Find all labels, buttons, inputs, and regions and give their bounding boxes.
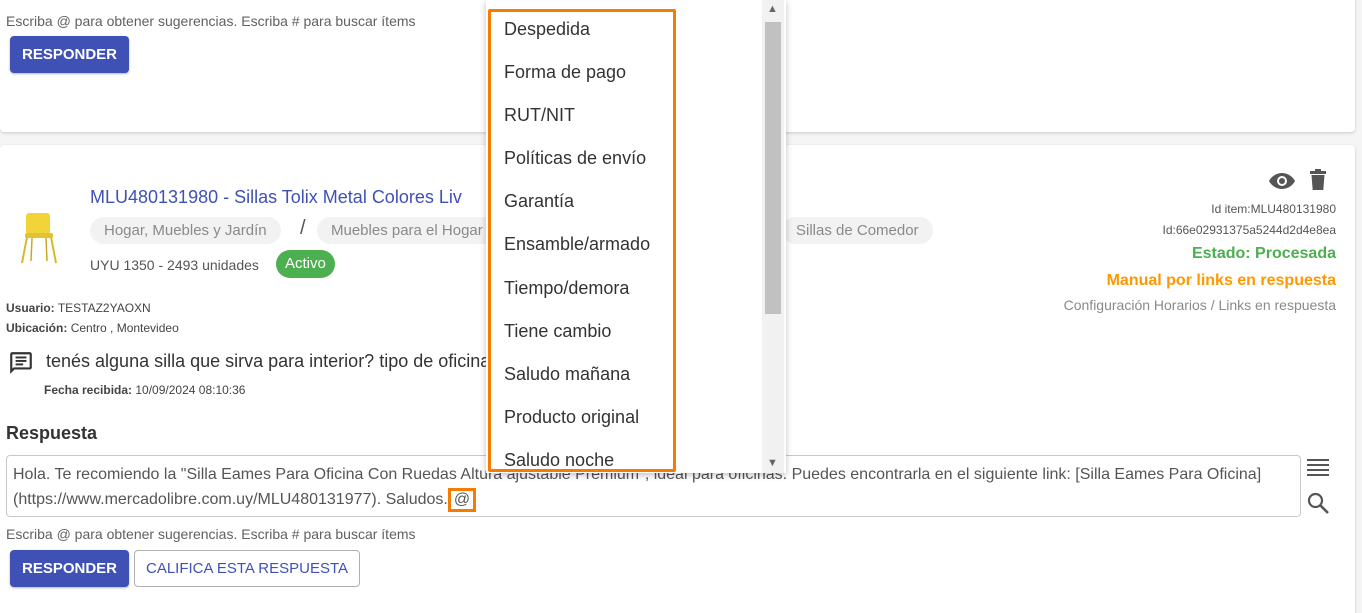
rate-answer-button[interactable]: CALIFICA ESTA RESPUESTA <box>134 550 361 587</box>
config-links[interactable]: Configuración Horarios / Links en respue… <box>1064 297 1336 313</box>
breadcrumb-chip-2[interactable]: Muebles para el Hogar <box>317 217 497 244</box>
respond-button[interactable]: RESPONDER <box>10 36 130 73</box>
suggestion-item[interactable]: Tiempo/demora <box>504 267 650 310</box>
scroll-down-arrow-icon[interactable]: ▼ <box>767 457 778 469</box>
item-id: Id item:MLU480131980 <box>1211 202 1336 216</box>
menu-lines-icon[interactable] <box>1306 457 1330 477</box>
breadcrumb-separator: / <box>300 217 306 239</box>
at-mention-trigger: @ <box>447 488 477 512</box>
answer-line-2-row: (https://www.mercadolibre.com.uy/MLU4801… <box>13 487 1300 512</box>
question-id: Id:66e02931375a5244d2d4e8ea <box>1162 223 1336 237</box>
answer-hint: Escriba @ para obtener sugerencias. Escr… <box>6 13 416 29</box>
suggestion-item[interactable]: Despedida <box>504 8 650 51</box>
suggestion-item[interactable]: Políticas de envío <box>504 137 650 180</box>
suggestion-item[interactable]: Saludo mañana <box>504 353 650 396</box>
suggestion-item[interactable]: RUT/NIT <box>504 94 650 137</box>
location-info: Ubicación: Centro , Montevideo <box>6 321 179 335</box>
dropdown-scrollbar[interactable]: ▲ ▼ <box>762 0 784 473</box>
answer-hint: Escriba @ para obtener sugerencias. Escr… <box>6 526 416 542</box>
item-title-link[interactable]: MLU480131980 - Sillas Tolix Metal Colore… <box>90 187 462 208</box>
suggestions-list: Despedida Forma de pago RUT/NIT Política… <box>504 8 650 473</box>
item-price: UYU 1350 - 2493 unidades <box>90 257 259 273</box>
eye-icon[interactable] <box>1268 171 1296 191</box>
question-text: tenés alguna silla que sirva para interi… <box>46 351 491 371</box>
status-badge: Activo <box>276 250 335 278</box>
breadcrumb-chip-1[interactable]: Hogar, Muebles y Jardín <box>90 217 281 244</box>
product-thumbnail <box>21 213 57 264</box>
suggestion-item[interactable]: Saludo noche <box>504 439 650 473</box>
answer-title: Respuesta <box>6 423 98 443</box>
suggestion-item[interactable]: Producto original <box>504 396 650 439</box>
suggestion-item[interactable]: Ensamble/armado <box>504 223 650 266</box>
answer-line-2: (https://www.mercadolibre.com.uy/MLU4801… <box>13 491 448 508</box>
received-date: Fecha recibida: 10/09/2024 08:10:36 <box>44 383 246 397</box>
search-icon[interactable] <box>1306 491 1330 515</box>
respond-button[interactable]: RESPONDER <box>10 550 130 587</box>
scrollbar-thumb[interactable] <box>765 22 781 314</box>
suggestions-dropdown: Despedida Forma de pago RUT/NIT Política… <box>486 0 786 473</box>
scroll-up-arrow-icon[interactable]: ▲ <box>767 3 778 15</box>
user-info: Usuario: TESTAZ2YAOXN <box>6 301 151 315</box>
chat-icon <box>10 352 32 374</box>
breadcrumb-chip-3[interactable]: Sillas de Comedor <box>782 217 933 244</box>
suggestion-item[interactable]: Forma de pago <box>504 51 650 94</box>
response-mode: Manual por links en respuesta <box>1106 272 1336 289</box>
suggestion-item[interactable]: Tiene cambio <box>504 310 650 353</box>
trash-icon[interactable] <box>1309 169 1327 191</box>
suggestion-item[interactable]: Garantía <box>504 180 650 223</box>
process-status: Estado: Procesada <box>1191 245 1336 262</box>
